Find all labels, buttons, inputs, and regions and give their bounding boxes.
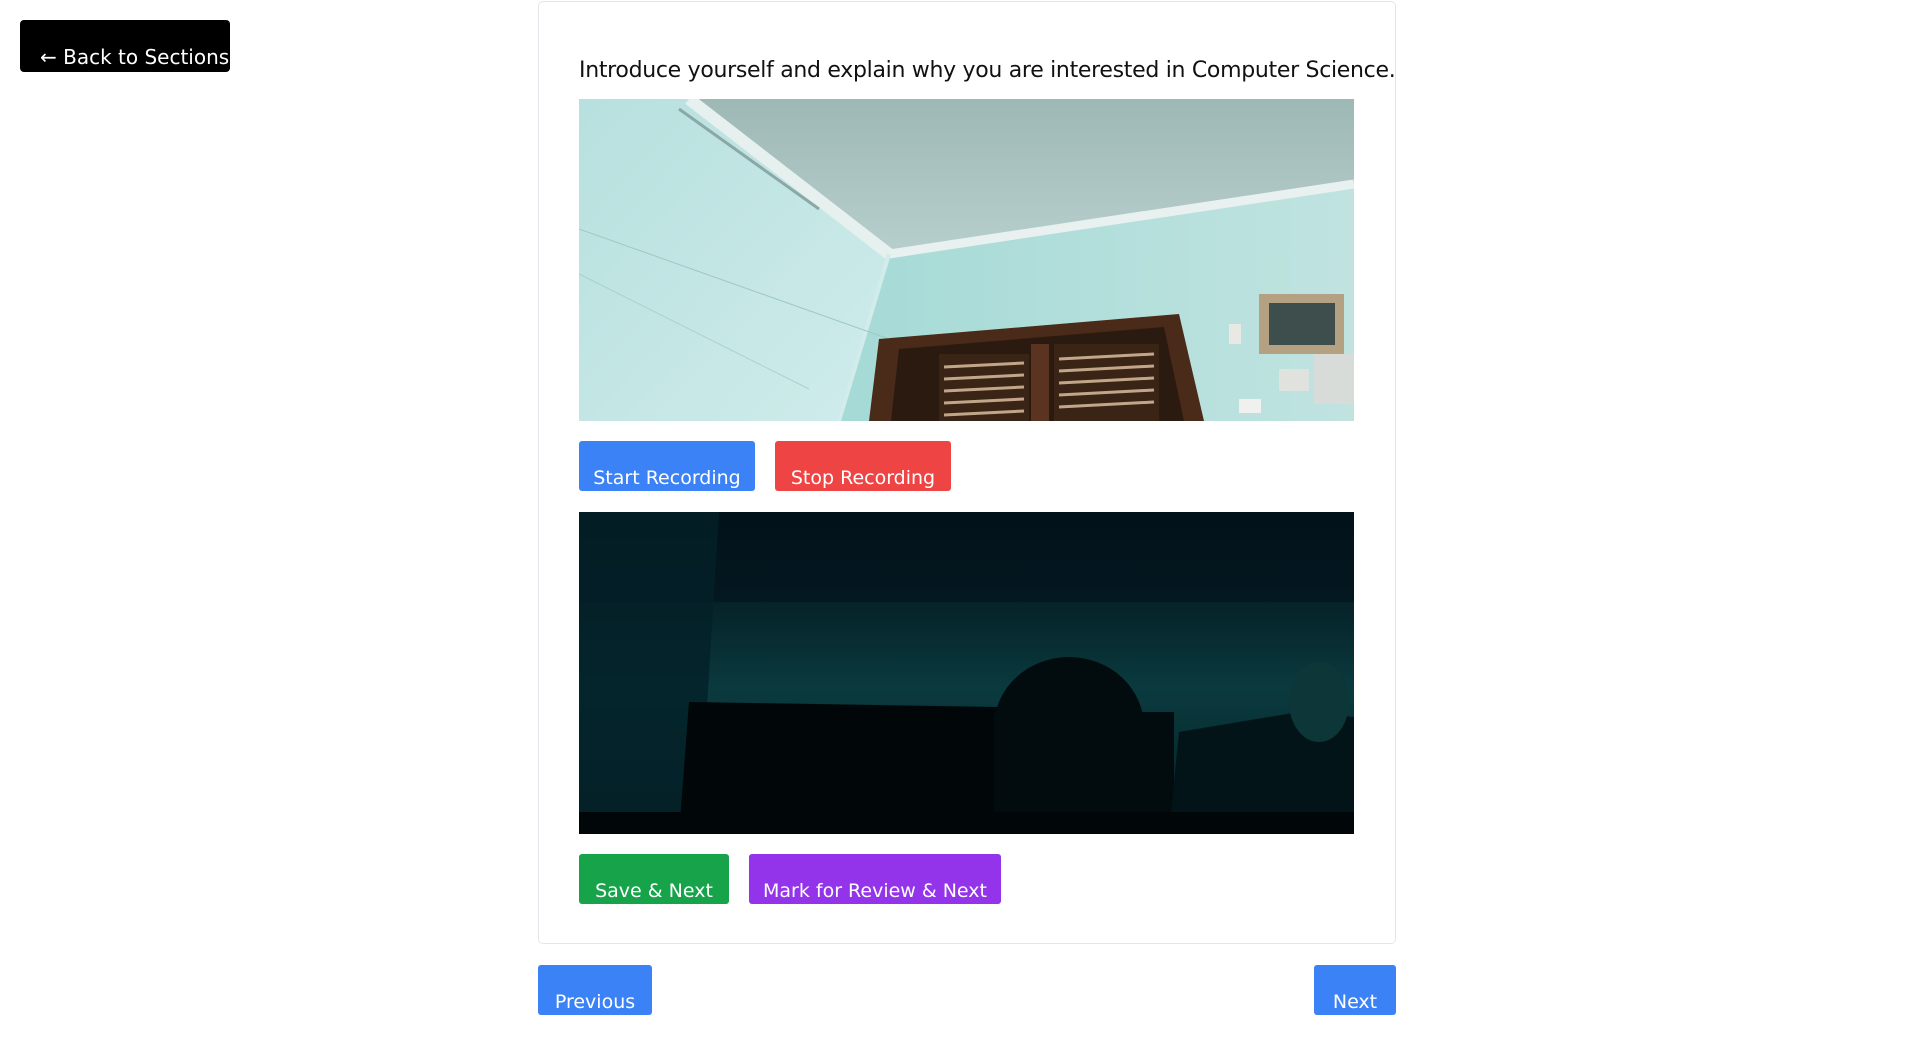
mark-for-review-and-next-button[interactable]: Mark for Review & Next: [749, 854, 1001, 904]
stop-recording-button[interactable]: Stop Recording: [775, 441, 951, 491]
question-text: Introduce yourself and explain why you a…: [579, 58, 1396, 83]
save-and-next-button[interactable]: Save & Next: [579, 854, 729, 904]
recorded-video-playback[interactable]: [579, 512, 1354, 834]
previous-button[interactable]: Previous: [538, 965, 652, 1015]
question-card: Introduce yourself and explain why you a…: [538, 1, 1396, 944]
live-camera-preview: [579, 99, 1354, 421]
start-recording-button[interactable]: Start Recording: [579, 441, 755, 491]
back-to-sections-button[interactable]: ← Back to Sections: [20, 20, 230, 72]
next-button[interactable]: Next: [1314, 965, 1396, 1015]
